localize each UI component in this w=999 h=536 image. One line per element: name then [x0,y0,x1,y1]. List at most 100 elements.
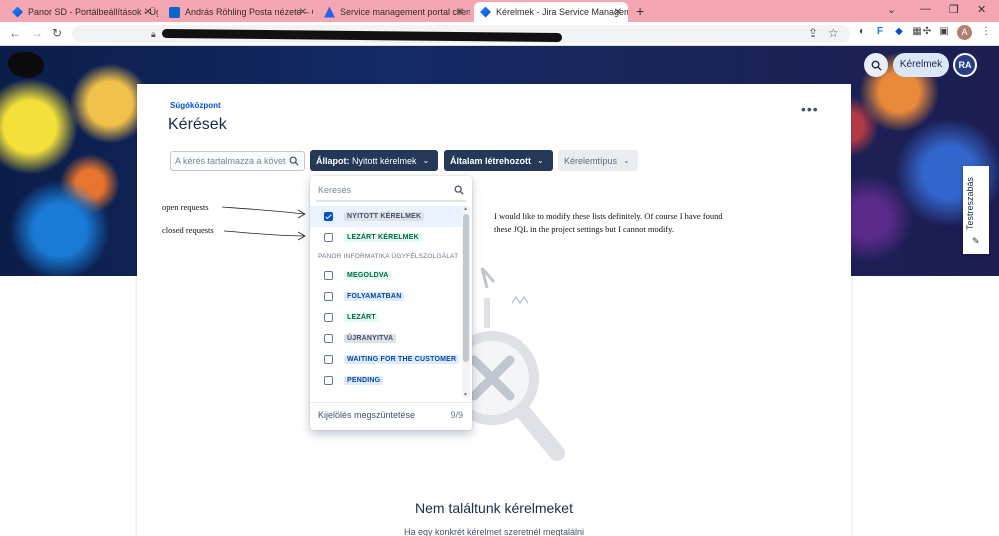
option-closed-requests[interactable]: LEZÁRT KÉRELMEK [310,227,462,248]
forward-icon[interactable]: → [31,26,43,40]
redacted-url [161,28,563,43]
browser-menu-icon[interactable]: ⋮ [980,26,992,38]
browser-tab-title: Kérelmek - Jira Service Managem [496,7,628,17]
browser-tab-title: Service management portal client [340,7,470,17]
status-lozenge: FOLYAMATBAN [344,292,405,301]
user-avatar[interactable]: RA [953,53,977,77]
browser-tab-bar: Panor SD - Portálbeállítások - Üg ✕ Andr… [0,0,999,22]
customize-side-tab[interactable]: Testreszabás ✎ [963,166,989,254]
scrollbar-thumb[interactable] [463,214,469,362]
bookmark-star-icon[interactable]: ☆ [828,26,839,40]
browser-tab-1[interactable]: Panor SD - Portálbeállítások - Üg ✕ [6,2,158,22]
request-search-input[interactable] [171,152,287,170]
option-reopened[interactable]: ÚJRANYITVA [310,328,462,349]
chevron-down-icon: ⌄ [422,156,430,165]
extension-f-icon[interactable]: F [874,26,886,38]
browser-tab-title: András Röhling Posta nézete – C [185,7,313,17]
clear-selection-button[interactable]: Kijelölés megszüntetése [318,410,415,420]
extensions-puzzle-icon[interactable]: ✣ [921,26,933,38]
checkbox[interactable] [324,313,333,322]
share-icon[interactable]: ⇪ [808,26,818,40]
extension-icon[interactable]: ◐ [856,26,868,38]
status-filter-value: Nyitott kérelmek [349,155,417,166]
customize-label: Testreszabás [965,176,975,230]
browser-tab-4[interactable]: Kérelmek - Jira Service Managem ✕ [474,2,628,22]
close-icon[interactable]: ✕ [144,7,152,18]
tab-search-icon[interactable]: ⌄ [887,3,896,16]
chevron-down-icon: ⌄ [537,156,544,165]
status-lozenge: PENDING [344,376,384,385]
status-filter-key: Állapot: [316,155,350,166]
option-waiting-for-customer[interactable]: WAITING FOR THE CUSTOMER [310,349,462,370]
portal-search-button[interactable] [864,53,888,77]
breadcrumb[interactable]: Súgóközpont [170,101,221,110]
annotation-closed-requests: closed requests [162,225,214,235]
status-filter-button[interactable]: Állapot: Nyitott kérelmek ⌄ [310,150,438,171]
created-by-filter-button[interactable]: Általam létrehozott ⌄ [444,150,553,171]
option-group-header: PANOR INFORMATIKA ÜGYFÉLSZOLGÁLAT [318,253,459,260]
new-tab-button[interactable]: + [636,3,644,19]
checkbox[interactable] [324,233,333,242]
browser-profile-avatar[interactable]: A [957,25,972,40]
option-in-progress[interactable]: FOLYAMATBAN [310,286,462,307]
empty-state-subtitle: Ha egy konkrét kérelmet szeretnél megtal… [403,527,585,536]
side-panel-icon[interactable]: ▣ [938,26,950,38]
outlook-icon [169,6,180,18]
jira-icon [12,6,23,18]
status-filter-dropdown: NYITOTT KÉRELMEK LEZÁRT KÉRELMEK PANOR I… [310,176,472,430]
dropdown-search-input[interactable] [316,180,441,200]
requests-button[interactable]: Kérelmek [893,53,949,77]
jira-icon [480,6,491,18]
close-icon[interactable]: ✕ [456,7,464,18]
created-by-filter-label: Általam létrehozott [450,155,532,166]
restore-icon[interactable]: ❐ [949,3,959,16]
checkbox[interactable] [324,355,333,364]
browser-tab-title: Panor SD - Portálbeállítások - Üg [28,7,158,17]
close-icon[interactable]: ✕ [614,7,622,18]
checkbox[interactable] [324,334,333,343]
checkbox[interactable] [324,271,333,280]
option-pending[interactable]: PENDING [310,370,462,391]
pencil-icon: ✎ [972,236,980,246]
chevron-down-icon: ⌄ [623,156,630,165]
window-close-icon[interactable]: ✕ [977,3,986,16]
back-icon[interactable]: ← [9,26,21,40]
more-options-button[interactable]: ••• [801,101,819,117]
address-bar: ← → ↻ 🔒︎ ⇪ ☆ [0,22,999,46]
status-lozenge: NYITOTT KÉRELMEK [344,212,425,221]
option-open-requests[interactable]: NYITOTT KÉRELMEK [310,206,462,227]
annotation-open-requests: open requests [162,202,209,212]
option-resolved[interactable]: MEGOLDVA [310,265,462,286]
request-search [170,151,305,171]
empty-state-title: Nem találtunk kérelmeket [415,500,573,516]
request-type-filter-label: Kérelemtípus [564,155,618,166]
checkbox[interactable] [324,376,333,385]
checkbox-checked[interactable] [324,212,333,221]
browser-tab-2[interactable]: András Röhling Posta nézete – C ✕ [163,2,313,22]
dropdown-scrollbar[interactable]: ▲ ▼ [462,206,470,398]
status-lozenge: MEGOLDVA [344,271,392,280]
selection-count: 9/9 [450,410,463,420]
dropdown-option-list: NYITOTT KÉRELMEK LEZÁRT KÉRELMEK PANOR I… [310,206,462,398]
url-field[interactable]: 🔒︎ [72,25,850,43]
status-lozenge: ÚJRANYITVA [344,334,397,343]
page-title: Kérések [168,116,227,133]
search-icon[interactable] [289,156,299,166]
dropdown-search [316,180,466,202]
browser-tab-3[interactable]: Service management portal client ✕ [318,2,470,22]
reload-icon[interactable]: ↻ [52,26,62,40]
option-closed[interactable]: LEZÁRT [310,307,462,328]
checkbox[interactable] [324,292,333,301]
status-lozenge: LEZÁRT [344,313,379,322]
search-icon [454,185,464,195]
lock-icon: 🔒︎ [151,29,156,39]
minimize-icon[interactable]: — [920,3,931,15]
scroll-down-icon[interactable]: ▼ [463,392,468,398]
request-type-filter-button[interactable]: Kérelemtípus ⌄ [558,150,638,171]
search-icon [871,60,882,71]
scroll-up-icon[interactable]: ▲ [463,206,468,212]
dropdown-footer: Kijelölés megszüntetése 9/9 [310,402,472,430]
extension-jira-icon[interactable]: ◆ [893,26,905,38]
annotation-note: I would like to modify these lists defin… [494,211,723,234]
close-icon[interactable]: ✕ [299,7,307,18]
